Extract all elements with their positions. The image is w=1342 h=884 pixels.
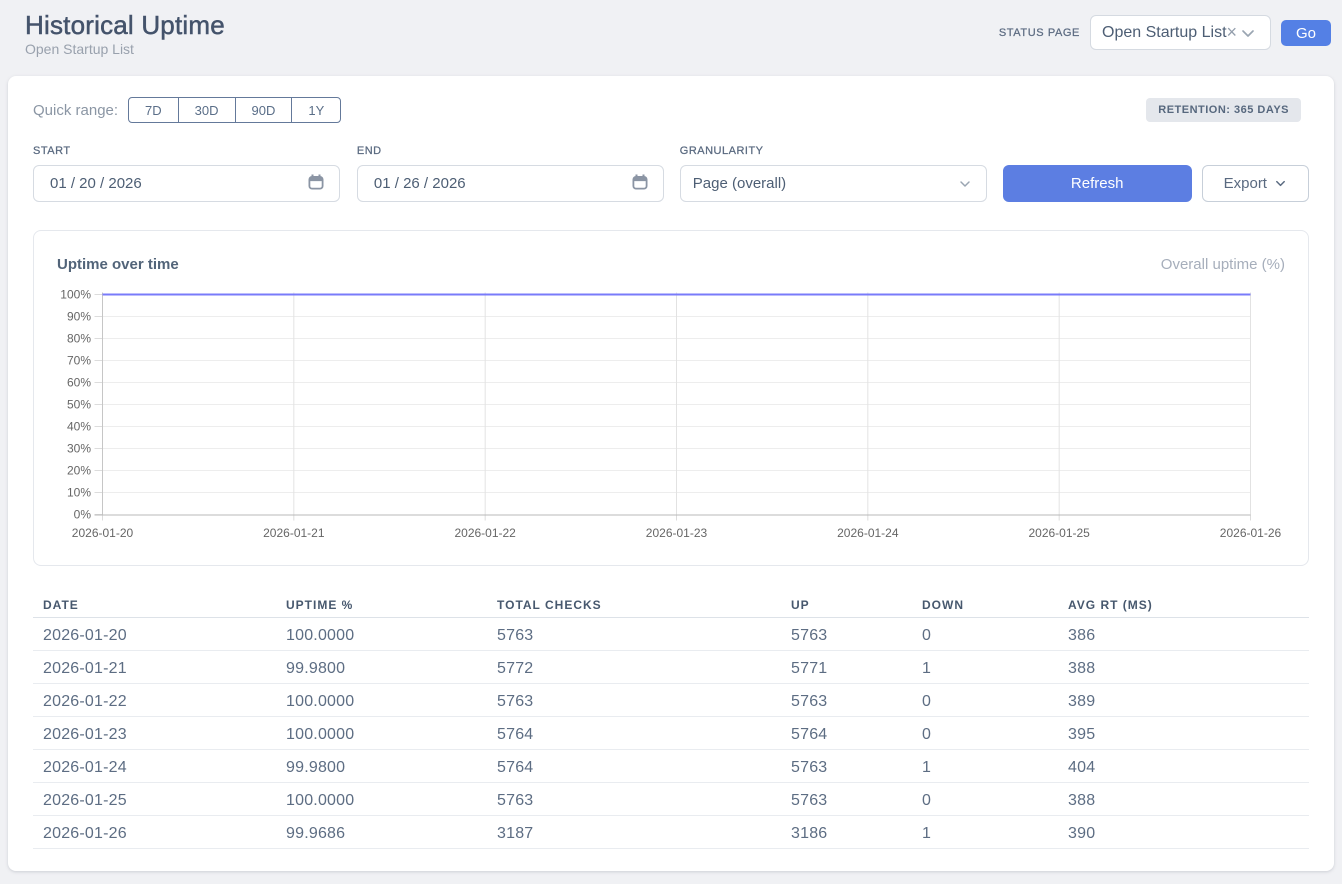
svg-text:30%: 30% [67,442,91,456]
svg-text:50%: 50% [67,398,91,412]
svg-text:2026-01-25: 2026-01-25 [1028,526,1090,540]
svg-text:2026-01-26: 2026-01-26 [1220,526,1282,540]
svg-text:2026-01-21: 2026-01-21 [263,526,325,540]
svg-text:20%: 20% [67,464,91,478]
svg-text:0%: 0% [74,508,92,522]
svg-text:2026-01-22: 2026-01-22 [454,526,516,540]
svg-text:10%: 10% [67,486,91,500]
svg-text:100%: 100% [60,288,91,302]
svg-text:40%: 40% [67,420,91,434]
svg-text:60%: 60% [67,376,91,390]
svg-text:2026-01-23: 2026-01-23 [646,526,708,540]
svg-text:80%: 80% [67,332,91,346]
svg-text:70%: 70% [67,354,91,368]
svg-text:2026-01-24: 2026-01-24 [837,526,899,540]
svg-text:2026-01-20: 2026-01-20 [72,526,134,540]
svg-text:90%: 90% [67,310,91,324]
